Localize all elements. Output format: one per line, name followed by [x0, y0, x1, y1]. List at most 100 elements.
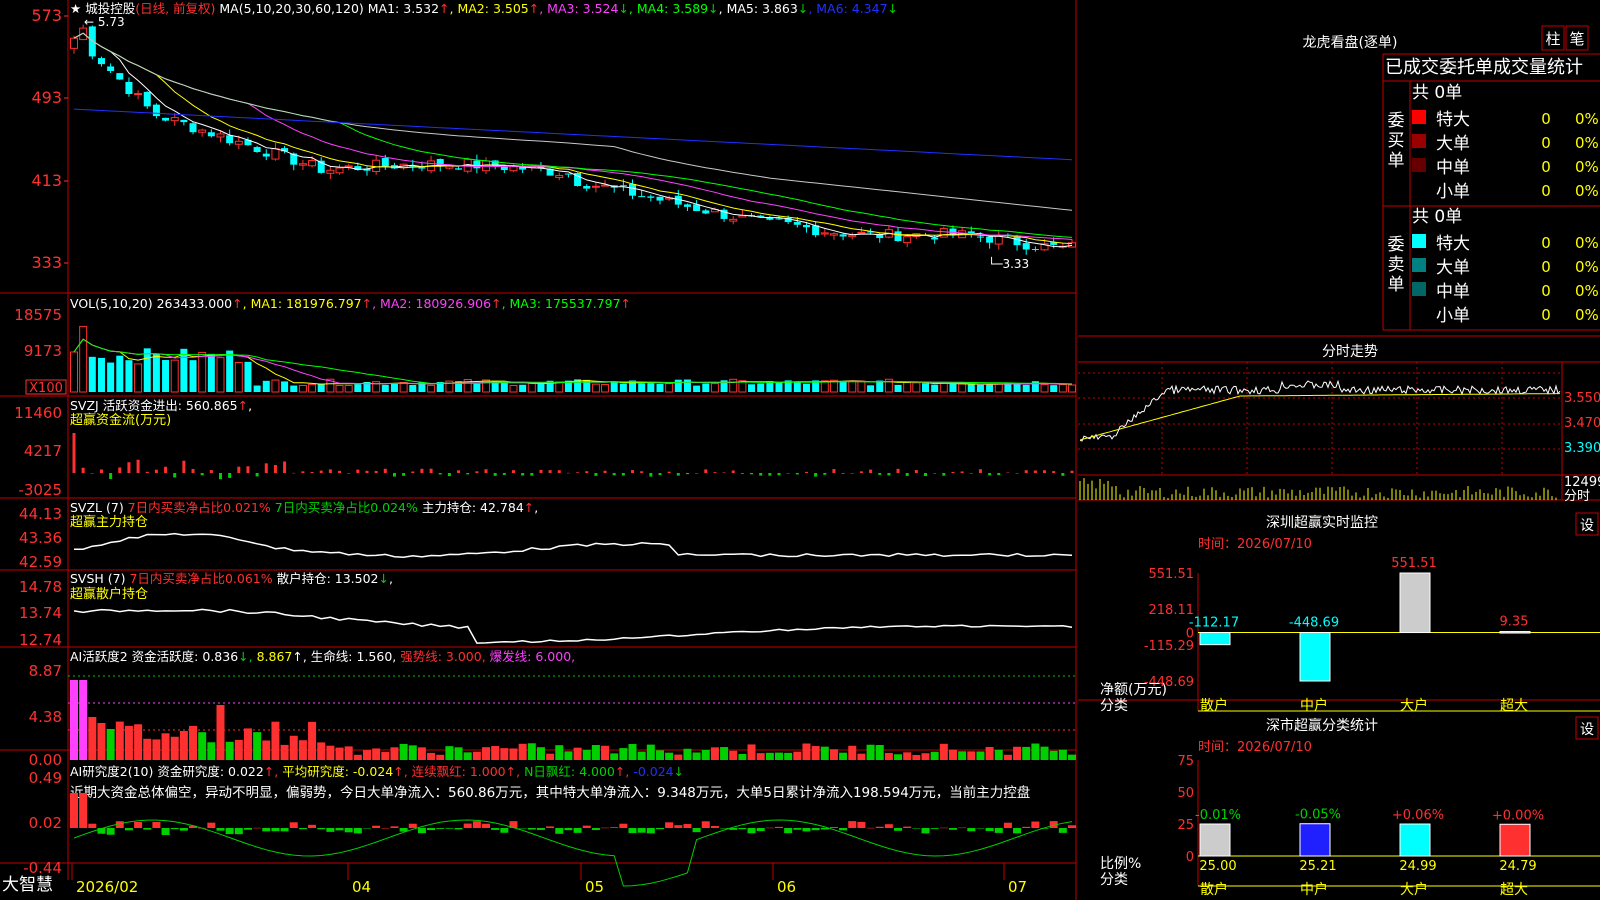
research-bar [482, 823, 491, 828]
buy-row-pct: 0% [1575, 134, 1599, 152]
fund-flow-bar [997, 473, 1001, 476]
research-bar [1058, 828, 1067, 833]
volume-bar-down [107, 362, 115, 392]
activity-bar [225, 741, 234, 760]
sz-settings-label[interactable]: 设 [1580, 518, 1594, 534]
activity-bar [1058, 749, 1067, 760]
sz-net-bar [1199, 632, 1231, 646]
volume-bar-down [317, 383, 325, 392]
activity-bar [1022, 746, 1031, 760]
intraday-vol-label: 分时 [1564, 489, 1590, 504]
volume-bar-down [116, 355, 124, 392]
activity-bar [784, 752, 793, 760]
volume-bar-down [793, 382, 801, 392]
activity-bar [234, 739, 243, 760]
sell-row-name: 小单 [1436, 306, 1470, 326]
volume-bar-up [234, 361, 243, 393]
tick-mode-label[interactable]: 笔 [1569, 30, 1584, 48]
svsh-legend: SVSH (7) 7日内买卖净占比0.061% 散户持仓: 13.502↓, [70, 571, 393, 586]
fund-flow-bar [960, 471, 964, 473]
candle-down [180, 119, 188, 123]
research-bar [747, 828, 756, 834]
ss-category: 大户 [1400, 881, 1428, 898]
fund-flow-bar [511, 470, 515, 473]
activity-bar [930, 751, 939, 760]
buy-total: 共 0单 [1412, 83, 1462, 103]
sell-legend-swatch [1412, 258, 1426, 272]
research-bar [848, 821, 857, 828]
ss-settings-label[interactable]: 设 [1580, 722, 1594, 738]
fund-flow-bar [896, 468, 900, 473]
fund-flow-bar [283, 461, 287, 473]
activity-bar [546, 753, 555, 760]
activity-bar [976, 751, 985, 760]
svzl-legend: SVZL (7) 7日内买卖净占比0.021% 7日内买卖净占比0.024% 主… [70, 500, 538, 515]
volume-bar-down [683, 379, 691, 392]
sell-row-name: 特大 [1436, 234, 1470, 254]
activity-bar [1013, 746, 1022, 760]
fund-flow-bar [1070, 470, 1074, 473]
sz-time: 时间：2026/07/10 [1198, 537, 1312, 552]
volume-bar-down [674, 379, 682, 392]
research-bar [463, 823, 472, 828]
activity-bar [308, 721, 317, 760]
activity-bar [326, 745, 335, 760]
buy-row-name: 特大 [1436, 110, 1470, 130]
ss-ratio-bar [1199, 823, 1231, 857]
ss-category: 中户 [1300, 881, 1328, 898]
candle-up [445, 165, 454, 169]
research-bar [655, 828, 664, 830]
activity-bar [97, 723, 106, 760]
sell-legend-swatch [1412, 234, 1426, 248]
volume-bar-down [610, 381, 618, 392]
volume-bar-down [775, 382, 783, 392]
terminal-canvas: 573 493 413 333 ★ 城投控股(日线, 前复权) MA(5,10,20,3… [0, 0, 1600, 900]
candle-down [1013, 237, 1021, 246]
candle-down [162, 117, 170, 121]
volume-bar-up [591, 383, 600, 393]
research-bar [738, 828, 747, 830]
candle-up [271, 148, 280, 160]
fund-flow-bar [887, 473, 891, 476]
candle-up [372, 159, 381, 173]
buy-row-count: 0 [1541, 110, 1551, 128]
research-bar [335, 828, 344, 831]
volume-bar-down [189, 360, 197, 392]
research-bar [152, 821, 161, 828]
activity-bar [399, 743, 408, 760]
candle-up [857, 231, 866, 234]
sz-cat-label: 分类 [1100, 698, 1128, 714]
activity-bar [967, 751, 976, 760]
ss-unit-label: 比例% [1100, 856, 1141, 872]
svzl-axis-tick: 43.36 [19, 529, 62, 547]
volume-bar-down [976, 384, 984, 392]
sell-row-count: 0 [1541, 306, 1551, 324]
price-axis-tick: 493 [31, 88, 62, 107]
fund-flow-bar [704, 469, 708, 473]
activity-bar [646, 744, 655, 760]
bar-mode-label[interactable]: 柱 [1545, 30, 1560, 48]
candle-up [79, 27, 88, 41]
research-bar [253, 827, 262, 829]
activity-bar [482, 747, 491, 760]
date-axis-label: 04 [352, 878, 371, 896]
research-bar [903, 826, 912, 828]
research-bar [225, 828, 234, 835]
candle-up [903, 236, 912, 244]
research-bar [692, 828, 701, 833]
candle-down [226, 135, 234, 144]
volume-bar-up [1058, 384, 1067, 393]
volume-bar-down [757, 383, 765, 392]
sz-net-value: -112.17 [1189, 616, 1239, 631]
buy-side-label: 委 [1388, 111, 1405, 131]
fund-flow-bar [850, 473, 854, 474]
fund-flow-bar [750, 473, 754, 475]
fund-flow-bar [969, 473, 973, 474]
volume-bar-up [857, 381, 866, 393]
activity-bar [701, 749, 710, 760]
research-bar [701, 821, 710, 828]
fund-flow-bar [1052, 471, 1056, 473]
research-bar [289, 822, 298, 828]
fund-flow-bar [548, 470, 552, 473]
volume-bar-up [70, 351, 78, 393]
